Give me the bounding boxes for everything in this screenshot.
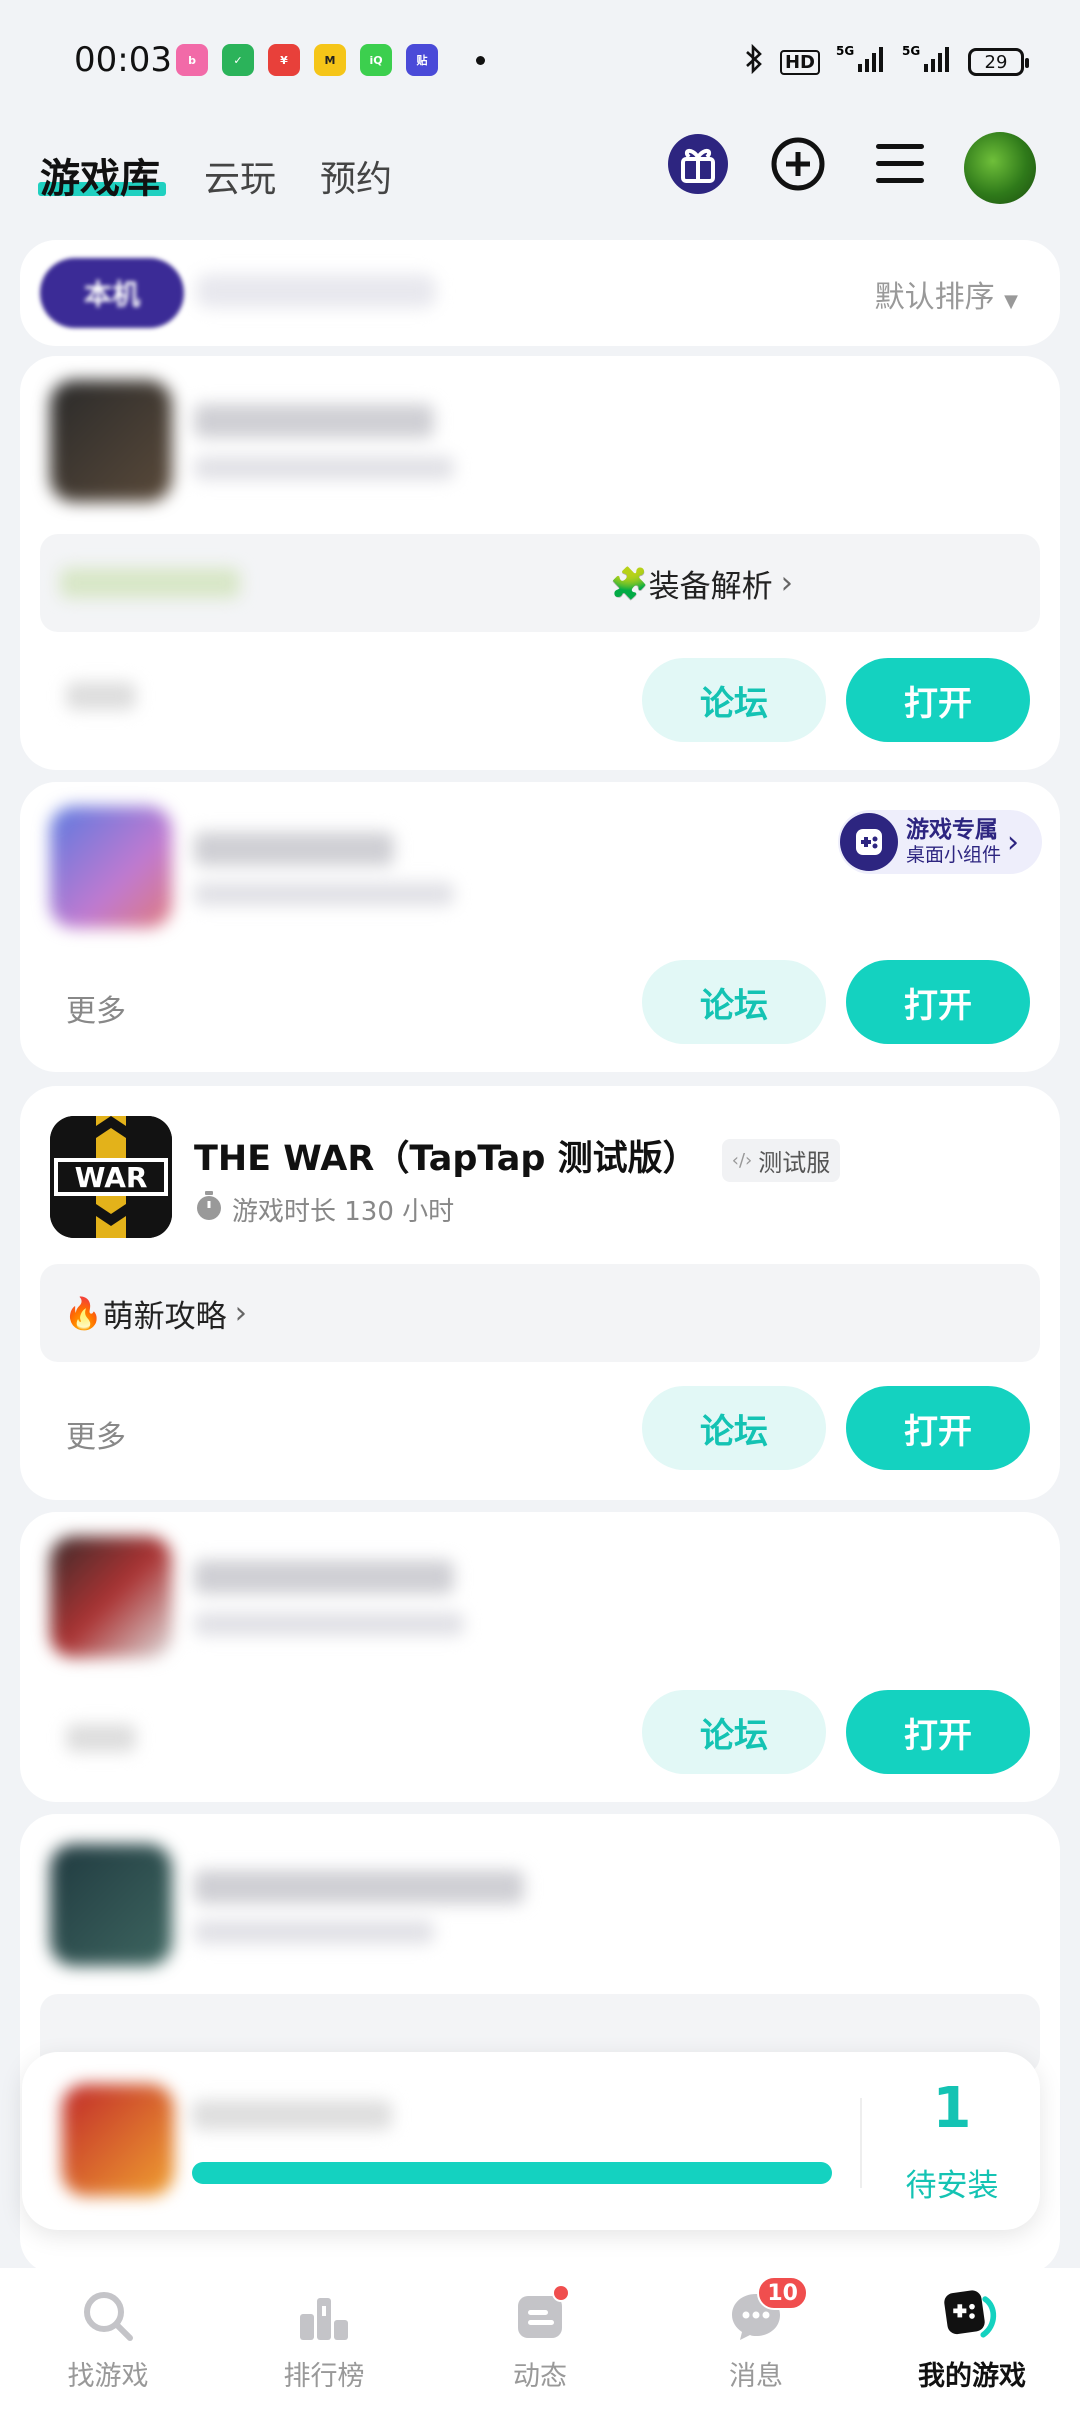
tab-game-library[interactable]: 游戏库 bbox=[40, 146, 160, 204]
chevron-right-icon: › bbox=[1007, 824, 1020, 860]
more-notifications-dot bbox=[476, 55, 485, 65]
playtime-row: 游戏时长 130 小时 bbox=[194, 1190, 454, 1229]
tab-cloud-play[interactable]: 云玩 bbox=[204, 150, 276, 202]
nav-feed-label: 动态 bbox=[513, 2361, 567, 2392]
code-icon: ‹/› bbox=[731, 1149, 753, 1171]
shield-app-icon: ✓ bbox=[222, 44, 254, 76]
forum-button[interactable]: 论坛 bbox=[642, 658, 826, 742]
messages-icon: 10 bbox=[726, 2276, 808, 2346]
sort-dropdown[interactable]: 默认排序 ▼ bbox=[875, 272, 1018, 316]
bottom-nav: 找游戏 排行榜 动态 10 消息 我的游戏 bbox=[0, 2268, 1080, 2412]
game-card: 游戏专属 桌面小组件 › 更多 论坛 打开 bbox=[20, 782, 1060, 1072]
svg-text:WAR: WAR bbox=[75, 1161, 148, 1194]
system-icons: HD 5G 5G 29 bbox=[744, 43, 1029, 80]
status-time: 00:03 bbox=[74, 40, 172, 80]
status-bar: 00:03 b ✓ ¥ M iQ 贴 HD 5G 5G 29 bbox=[0, 0, 1080, 120]
my-games-icon bbox=[942, 2286, 1002, 2346]
tab-game-library-label: 游戏库 bbox=[40, 156, 160, 202]
gift-icon[interactable] bbox=[666, 132, 730, 196]
download-progress-bar bbox=[192, 2162, 832, 2184]
caret-down-icon: ▼ bbox=[1004, 291, 1018, 312]
open-button[interactable]: 打开 bbox=[846, 658, 1030, 742]
nav-rankings-label: 排行榜 bbox=[283, 2361, 365, 2392]
iqiyi-icon: iQ bbox=[360, 44, 392, 76]
signal-icon-2: 5G bbox=[902, 44, 952, 80]
game-icon[interactable] bbox=[50, 1536, 172, 1658]
open-button[interactable]: 打开 bbox=[846, 1690, 1030, 1774]
game-icon bbox=[62, 2084, 174, 2196]
gamepad-icon bbox=[840, 813, 898, 871]
nav-feed[interactable]: 动态 bbox=[432, 2284, 648, 2393]
pending-install-bar[interactable]: 1 待安装 bbox=[22, 2052, 1040, 2230]
more-link[interactable]: 更多 bbox=[66, 1412, 126, 1456]
battery-level: 29 bbox=[984, 51, 1008, 73]
game-card-the-war: WAR THE WAR（TapTap 测试版） ‹/› 测试服 游戏时长 130… bbox=[20, 1086, 1060, 1500]
game-icon[interactable] bbox=[50, 1844, 172, 1966]
more-link[interactable]: 更多 bbox=[66, 986, 126, 1030]
test-server-label: 测试服 bbox=[758, 1148, 831, 1177]
top-header: 游戏库 云玩 预约 bbox=[0, 124, 1080, 234]
pending-install-count: 1 bbox=[932, 2076, 972, 2141]
filter-pill-local[interactable]: 本机 bbox=[40, 258, 184, 328]
strip-label: 萌新攻略 bbox=[102, 1298, 227, 1335]
stopwatch-icon bbox=[194, 1190, 224, 1229]
nav-find-games[interactable]: 找游戏 bbox=[0, 2286, 216, 2393]
pending-install-label: 待安装 bbox=[905, 2168, 999, 2204]
widget-title: 游戏专属 bbox=[906, 817, 998, 843]
hd-icon: HD bbox=[779, 49, 820, 75]
nav-messages-label: 消息 bbox=[729, 2361, 783, 2392]
widget-subtitle: 桌面小组件 bbox=[906, 844, 1002, 866]
nav-find-games-label: 找游戏 bbox=[67, 2361, 149, 2392]
chevron-right-icon: › bbox=[234, 1295, 248, 1331]
strip-label: 装备解析 bbox=[648, 568, 773, 605]
svg-text:5G: 5G bbox=[902, 44, 920, 58]
nav-my-games-label: 我的游戏 bbox=[918, 2361, 1026, 2392]
feed-icon bbox=[510, 2284, 570, 2346]
add-circle-icon[interactable] bbox=[766, 132, 830, 196]
game-icon[interactable] bbox=[50, 380, 172, 502]
forum-button[interactable]: 论坛 bbox=[642, 1386, 826, 1470]
forum-button[interactable]: 论坛 bbox=[642, 960, 826, 1044]
battery-icon: 29 bbox=[968, 48, 1029, 76]
redpacket-app-icon: ¥ bbox=[268, 44, 300, 76]
forum-button[interactable]: 论坛 bbox=[642, 1690, 826, 1774]
more-link[interactable] bbox=[66, 682, 136, 710]
find-games-icon bbox=[78, 2286, 138, 2346]
guide-strip[interactable]: 🧩 装备解析 › bbox=[40, 534, 1040, 632]
playtime-text: 游戏时长 130 小时 bbox=[232, 1197, 455, 1227]
chevron-right-icon: › bbox=[780, 565, 794, 601]
signal-icon-1: 5G bbox=[836, 44, 886, 80]
svg-text:5G: 5G bbox=[836, 44, 854, 58]
messages-count-badge: 10 bbox=[757, 2276, 808, 2310]
fire-icon: 🔥 bbox=[64, 1295, 103, 1332]
sort-label: 默认排序 bbox=[874, 280, 995, 315]
test-server-badge: ‹/› 测试服 bbox=[721, 1138, 841, 1182]
feed-new-dot bbox=[552, 2284, 570, 2302]
tab-reserve[interactable]: 预约 bbox=[320, 150, 392, 202]
game-title: THE WAR（TapTap 测试版） ‹/› 测试服 bbox=[194, 1130, 841, 1182]
bluetooth-icon bbox=[744, 43, 764, 80]
menu-icon[interactable] bbox=[868, 132, 932, 196]
filter-pills-blurred[interactable] bbox=[196, 274, 436, 308]
widget-promo-badge[interactable]: 游戏专属 桌面小组件 › bbox=[838, 810, 1042, 874]
game-icon[interactable] bbox=[50, 806, 172, 928]
nav-messages[interactable]: 10 消息 bbox=[648, 2276, 864, 2393]
notification-icons: b ✓ ¥ M iQ 贴 bbox=[176, 44, 485, 76]
rankings-icon bbox=[294, 2286, 354, 2346]
open-button[interactable]: 打开 bbox=[846, 1386, 1030, 1470]
bilibili-icon: b bbox=[176, 44, 208, 76]
nav-my-games[interactable]: 我的游戏 bbox=[864, 2286, 1080, 2393]
meituan-icon: M bbox=[314, 44, 346, 76]
game-icon-the-war[interactable]: WAR bbox=[50, 1116, 172, 1238]
tieba-icon: 贴 bbox=[406, 44, 438, 76]
game-title-text: THE WAR（TapTap 测试版） bbox=[194, 1139, 698, 1179]
open-button[interactable]: 打开 bbox=[846, 960, 1030, 1044]
newbie-guide-strip[interactable]: 🔥 萌新攻略 › bbox=[40, 1264, 1040, 1362]
puzzle-icon: 🧩 bbox=[610, 565, 649, 602]
nav-rankings[interactable]: 排行榜 bbox=[216, 2286, 432, 2393]
game-card: 论坛 打开 bbox=[20, 1512, 1060, 1802]
filter-bar: 本机 默认排序 ▼ bbox=[20, 240, 1060, 346]
game-card: 🧩 装备解析 › 论坛 打开 bbox=[20, 356, 1060, 770]
avatar[interactable] bbox=[964, 132, 1036, 204]
